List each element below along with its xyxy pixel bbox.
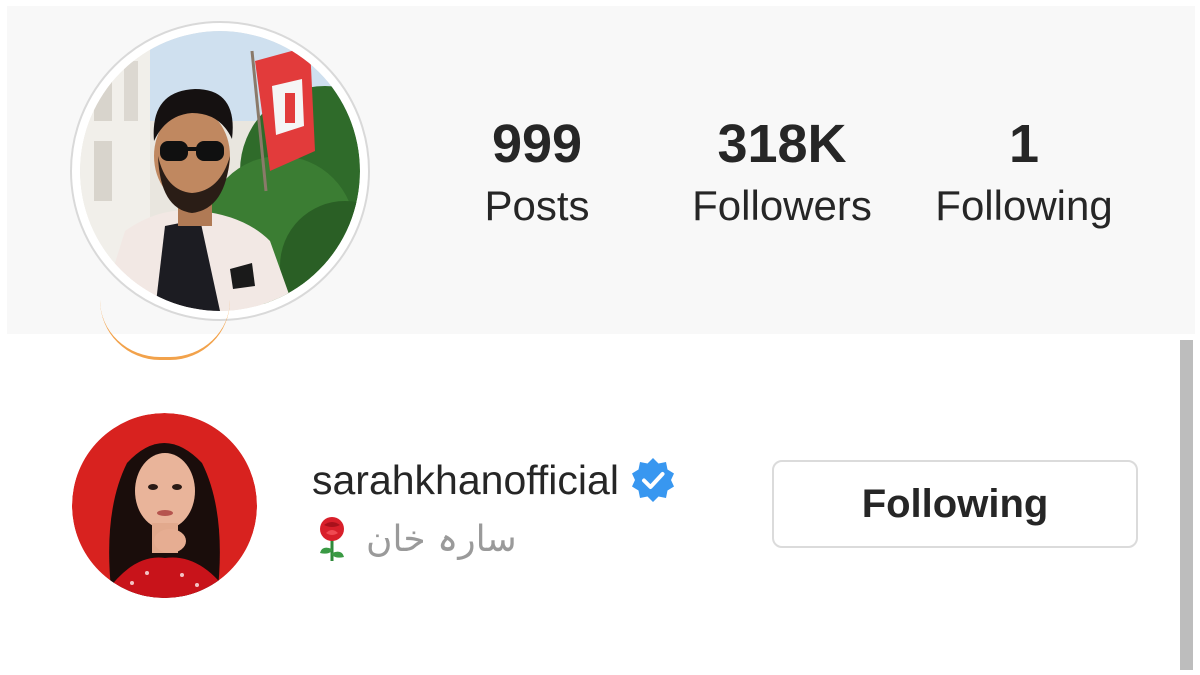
avatar[interactable] (72, 413, 257, 598)
username[interactable]: sarahkhanofficial (312, 457, 619, 504)
rose-icon (320, 517, 344, 561)
following-button[interactable]: Following (772, 460, 1138, 548)
following-count: 1 (1008, 114, 1040, 174)
bio-text: سارہ خان (366, 518, 517, 560)
posts-label: Posts (484, 182, 590, 229)
posts-count: 999 (491, 114, 583, 174)
profile-header: 999 Posts 318K Followers 1 Following (7, 6, 1195, 334)
bio-line: سارہ خان (312, 514, 517, 564)
following-label: Following (935, 182, 1113, 229)
list-item[interactable]: sarahkhanofficial سارہ خان Following (0, 410, 1200, 600)
instagram-screen: 999 Posts 318K Followers 1 Following sar… (0, 0, 1200, 675)
followers-stat[interactable]: 318K Followers (692, 114, 872, 238)
story-ring-fragment (100, 300, 230, 360)
profile-stats: 999 Posts 318K Followers 1 Following (7, 114, 1195, 254)
followers-count: 318K (717, 114, 847, 174)
posts-stat[interactable]: 999 Posts (484, 114, 589, 238)
following-stat[interactable]: 1 Following (935, 114, 1112, 238)
followers-label: Followers (692, 182, 872, 229)
username-line: sarahkhanofficial (312, 452, 677, 508)
verified-badge-icon (631, 458, 674, 502)
